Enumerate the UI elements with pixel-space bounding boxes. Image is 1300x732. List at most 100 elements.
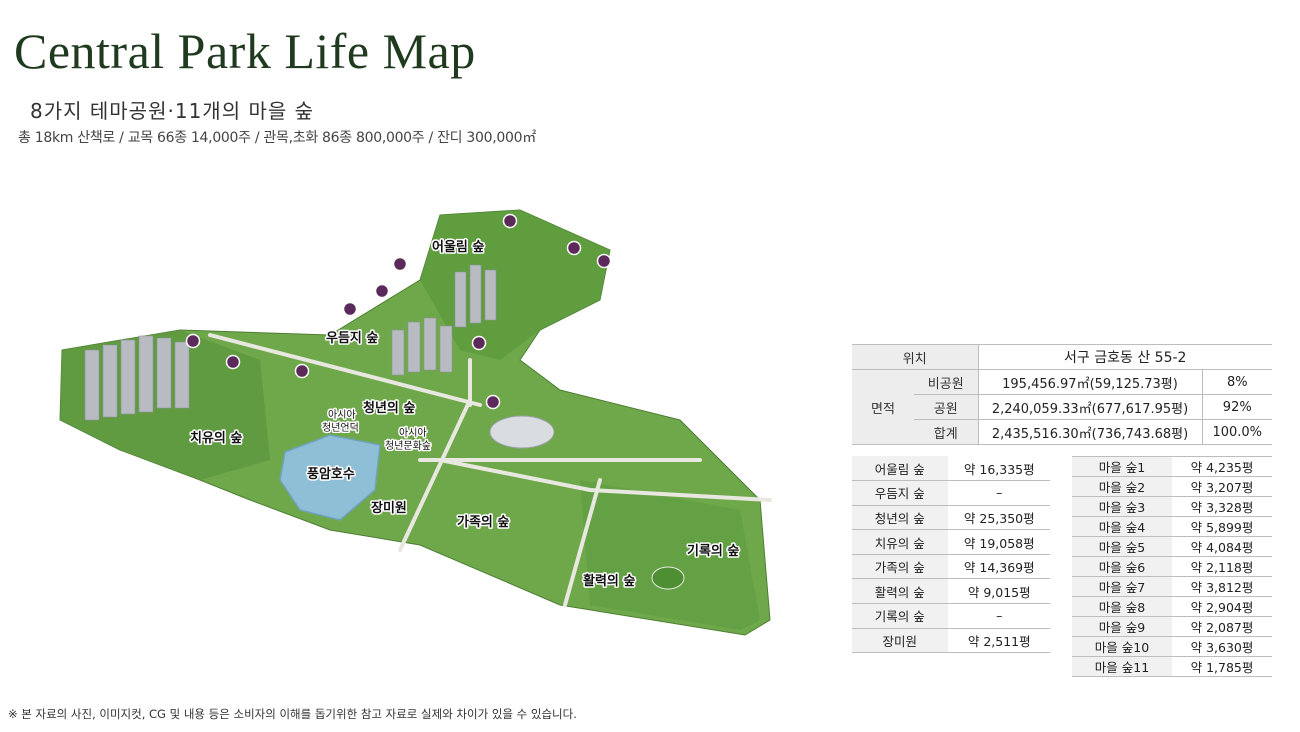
label-asia-culture-2: 청년문화숲 xyxy=(385,440,431,452)
label-udeumji: 우듬지 숲 xyxy=(326,331,378,346)
village-name: 마을 숲2 xyxy=(1072,476,1172,497)
forest-area: 약 16,335평 xyxy=(947,456,1050,482)
label-jangmi: 장미원 xyxy=(371,500,407,516)
forest-name: 기록의 숲 xyxy=(852,603,948,629)
table-row: 마을 숲11 약 1,785평 xyxy=(1072,656,1272,677)
marker-2 xyxy=(566,240,582,256)
forest-name: 장미원 xyxy=(852,628,948,654)
village-area: 약 3,630평 xyxy=(1172,636,1272,657)
label-cheongnyeon: 청년의 숲 xyxy=(363,400,415,416)
page-title: Central Park Life Map xyxy=(14,23,476,79)
area-row-label: 비공원 xyxy=(914,369,979,395)
area-row-3: 합계 2,435,516.30㎡(736,743.68평) 100.0% xyxy=(852,419,1272,445)
marker-4 xyxy=(392,256,408,272)
table-row: 장미원 약 2,511평 xyxy=(852,628,1050,654)
marker-8 xyxy=(225,354,241,370)
area-row-1: 면적 비공원 195,456.97㎡(59,125.73평) 8% xyxy=(852,369,1272,445)
location-label: 위치 xyxy=(852,344,979,370)
stadium xyxy=(489,415,555,449)
table-row: 우듬지 숲 – xyxy=(852,480,1050,506)
forest-area: 약 14,369평 xyxy=(947,554,1050,580)
table-row: 마을 숲2 약 3,207평 xyxy=(1072,476,1272,497)
label-chiyu: 치유의 숲 xyxy=(190,430,242,446)
table-row: 어울림 숲약 16,335평 xyxy=(852,456,1050,482)
table-row: 가족의 숲약 14,369평 xyxy=(852,554,1050,580)
theme-forest-table: 어울림 숲약 16,335평 우듬지 숲 – 청년의 숲약 25,350평 치유의… xyxy=(852,456,1050,654)
table-row: 마을 숲7 약 3,812평 xyxy=(1072,576,1272,597)
label-asia-culture-1: 아시아 xyxy=(399,427,427,439)
park-map-illustration: 어울림 숲 우듬지 숲 청년의 숲 아시아 청년언덕 아시아 청년문화숲 치유의… xyxy=(59,209,772,636)
village-area: 약 5,899평 xyxy=(1172,516,1272,537)
label-gajok: 가족의 숲 xyxy=(457,514,509,530)
location-row: 위치 서구 금호동 산 55-2 xyxy=(852,344,1272,370)
area-row-pct: 100.0% xyxy=(1202,419,1272,445)
village-area: 약 3,207평 xyxy=(1172,476,1272,497)
village-area: 약 2,904평 xyxy=(1172,596,1272,617)
forest-name: 청년의 숲 xyxy=(852,505,948,531)
area-row-pct: 8% xyxy=(1202,369,1272,395)
table-row: 마을 숲10 약 3,630평 xyxy=(1072,636,1272,657)
area-row-value: 2,435,516.30㎡(736,743.68평) xyxy=(978,419,1203,445)
sports-field xyxy=(651,566,685,590)
village-area: 약 2,087평 xyxy=(1172,616,1272,637)
forest-area: 약 2,511평 xyxy=(947,628,1050,654)
marker-11 xyxy=(485,394,501,410)
area-row-pct: 92% xyxy=(1202,394,1272,420)
forest-name: 활력의 숲 xyxy=(852,578,948,605)
marker-1 xyxy=(502,213,518,229)
park-info-table: 위치 서구 금호동 산 55-2 면적 비공원 195,456.97㎡(59,1… xyxy=(852,344,1272,445)
forest-area: 약 25,350평 xyxy=(947,505,1050,531)
village-area: 약 4,235평 xyxy=(1172,456,1272,477)
label-asia-hill-1: 아시아 xyxy=(328,409,356,421)
table-row: 마을 숲9 약 2,087평 xyxy=(1072,616,1272,637)
village-name: 마을 숲8 xyxy=(1072,596,1172,617)
village-name: 마을 숲11 xyxy=(1072,656,1172,677)
marker-7 xyxy=(185,333,201,349)
village-name: 마을 숲9 xyxy=(1072,616,1172,637)
table-row: 치유의 숲약 19,058평 xyxy=(852,529,1050,555)
park-map: 어울림 숲 우듬지 숲 청년의 숲 아시아 청년언덕 아시아 청년문화숲 치유의… xyxy=(0,160,860,690)
village-name: 마을 숲5 xyxy=(1072,536,1172,557)
marker-9 xyxy=(294,363,310,379)
label-girok: 기록의 숲 xyxy=(687,543,739,559)
village-name: 마을 숲7 xyxy=(1072,576,1172,597)
village-area: 약 1,785평 xyxy=(1172,656,1272,677)
village-name: 마을 숲6 xyxy=(1072,556,1172,577)
forest-area: – xyxy=(947,603,1050,629)
village-area: 약 3,812평 xyxy=(1172,576,1272,597)
page-subtitle: 8가지 테마공원·11개의 마을 숲 xyxy=(30,99,315,123)
area-label: 면적 xyxy=(852,369,914,445)
table-row: 마을 숲5 약 4,084평 xyxy=(1072,536,1272,557)
disclaimer-footnote: ※ 본 자료의 사진, 이미지컷, CG 및 내용 등은 소비자의 이해를 돕기… xyxy=(8,707,577,721)
forest-name: 치유의 숲 xyxy=(852,529,948,555)
area-row-label: 공원 xyxy=(914,394,979,420)
table-row: 마을 숲3 약 3,328평 xyxy=(1072,496,1272,517)
label-hwalryeok: 활력의 숲 xyxy=(583,573,635,589)
village-name: 마을 숲10 xyxy=(1072,636,1172,657)
village-area: 약 2,118평 xyxy=(1172,556,1272,577)
area-row-value: 195,456.97㎡(59,125.73평) xyxy=(978,369,1203,395)
label-asia-hill-2: 청년언덕 xyxy=(322,422,359,434)
table-row: 기록의 숲 – xyxy=(852,603,1050,629)
marker-10 xyxy=(471,335,487,351)
forest-name: 우듬지 숲 xyxy=(852,480,948,506)
village-forest-table: 마을 숲1 약 4,235평 마을 숲2 약 3,207평 마을 숲3 약 3,328… xyxy=(1072,456,1272,677)
village-area: 약 3,328평 xyxy=(1172,496,1272,517)
forest-area: – xyxy=(947,480,1050,506)
marker-3 xyxy=(596,253,612,269)
table-row: 마을 숲6 약 2,118평 xyxy=(1072,556,1272,577)
table-row: 마을 숲1 약 4,235평 xyxy=(1072,456,1272,477)
forest-area: 약 9,015평 xyxy=(947,578,1050,605)
table-row: 청년의 숲약 25,350평 xyxy=(852,505,1050,531)
village-name: 마을 숲1 xyxy=(1072,456,1172,477)
park-stats: 총 18km 산책로 / 교목 66종 14,000주 / 관목,초화 86종 … xyxy=(18,130,536,146)
forest-name: 가족의 숲 xyxy=(852,554,948,580)
village-name: 마을 숲3 xyxy=(1072,496,1172,517)
village-area: 약 4,084평 xyxy=(1172,536,1272,557)
table-row: 마을 숲8 약 2,904평 xyxy=(1072,596,1272,617)
forest-name: 어울림 숲 xyxy=(852,456,948,482)
marker-5 xyxy=(374,283,390,299)
area-row-value: 2,240,059.33㎡(677,617.95평) xyxy=(978,394,1203,420)
label-pungam: 풍암호수 xyxy=(307,466,355,482)
forest-area: 약 19,058평 xyxy=(947,529,1050,555)
